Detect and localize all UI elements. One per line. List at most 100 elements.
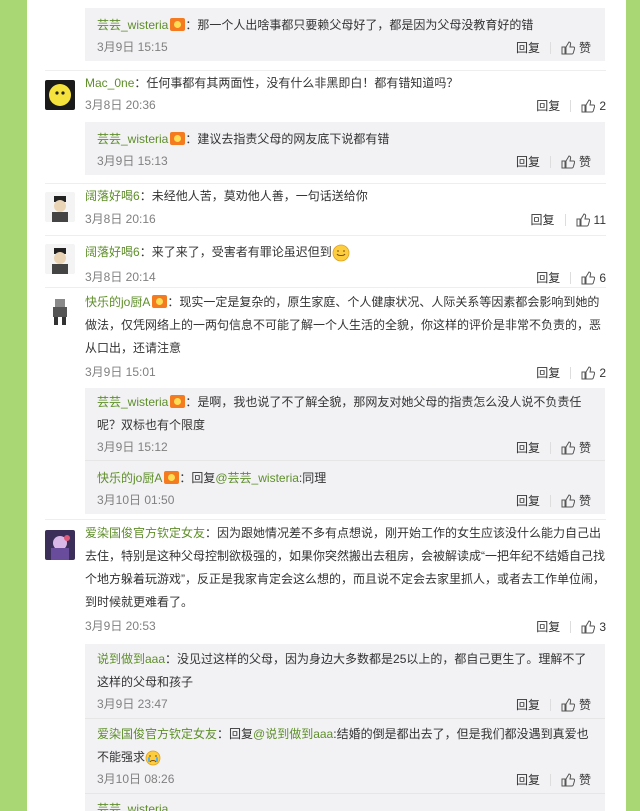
like-button[interactable]: 6 (581, 270, 606, 286)
like-count: 6 (599, 271, 606, 286)
divider (45, 235, 606, 236)
comment-meta: 3月8日 20:36 回复 2 (85, 95, 606, 115)
timestamp: 3月9日 15:12 (97, 440, 168, 454)
reply-username[interactable]: 爱染国俊官方钦定女友 (97, 727, 217, 741)
thumbs-up-icon (561, 155, 575, 169)
timestamp: 3月9日 15:15 (97, 40, 168, 54)
reply-username[interactable]: 芸芸_wisteria (97, 802, 168, 811)
like-button[interactable]: 11 (576, 212, 606, 228)
comment-username[interactable]: 爱染国俊官方钦定女友 (85, 526, 205, 540)
reply-button[interactable]: 回复 (536, 271, 560, 285)
reply-button[interactable]: 回复 (531, 213, 555, 227)
reply-meta: 3月9日 15:15 回复 赞 (97, 37, 591, 57)
reply-text: 芸芸_wisteria ：是啊，我也说了不了解全貌，那网友对她父母的指责怎么没人说… (97, 395, 582, 432)
reply-list: 芸芸_wisteria ：是啊，我也说了不了解全貌，那网友对她父母的指责怎么没人说… (85, 388, 605, 514)
thumbs-up-icon (561, 494, 575, 508)
mention-link[interactable]: @芸芸_wisteria (215, 471, 299, 485)
comment-text: 阔落好喝6：来了来了，受害者有罪论虽迟但到 (85, 244, 606, 262)
reply-button[interactable]: 回复 (516, 155, 540, 169)
divider (45, 70, 606, 71)
timestamp: 3月10日 08:26 (97, 772, 175, 786)
crying-emoji-icon (145, 750, 161, 766)
comments-panel: 芸芸_wisteria ：那一个人出啥事都只要赖父母好了，都是因为父母没教育好的错… (27, 0, 626, 811)
reply-text: 芸芸_wisteria ：那一个人出啥事都只要赖父母好了，都是因为父母没教育好的错 (97, 18, 534, 32)
like-button[interactable]: 赞 (561, 697, 591, 712)
like-button[interactable]: 2 (581, 365, 606, 381)
comment-meta: 3月8日 20:14 回复 6 (85, 267, 606, 287)
vip-badge-icon (164, 471, 180, 484)
timestamp: 3月9日 15:13 (97, 154, 168, 168)
reply-button[interactable]: 回复 (516, 41, 540, 55)
comment-text: 快乐的jo厨A ：现实一定是复杂的，原生家庭、个人健康状况、人际关系等因素都会影响… (85, 295, 602, 355)
comment-text: Mac_0ne：任何事都有其两面性，没有什么非黑即白！都有错知道吗？ (85, 76, 459, 90)
reply-list: 芸芸_wisteria ：建议去指责父母的网友底下说都有错 3月9日 15:13 … (85, 122, 605, 175)
cartoon-man-avatar-icon (45, 244, 75, 274)
avatar[interactable] (45, 192, 75, 222)
comment-meta: 3月8日 20:16 回复 11 (85, 209, 606, 229)
avatar[interactable] (45, 297, 75, 327)
comment-meta: 3月9日 15:01 回复 2 (85, 362, 606, 382)
reply-username[interactable]: 快乐的jo厨A (97, 471, 162, 485)
comment-username[interactable]: 阔落好喝6 (85, 189, 140, 203)
like-button[interactable]: 赞 (561, 440, 591, 455)
reply-list: 芸芸_wisteria ：那一个人出啥事都只要赖父母好了，都是因为父母没教育好的错… (85, 8, 605, 61)
reply-button[interactable]: 回复 (516, 494, 540, 508)
timestamp: 3月9日 15:01 (85, 365, 156, 379)
reply-item: 芸芸_wisteria ：是啊，我也说了不了解全貌，那网友对她父母的指责怎么没人说… (85, 388, 605, 460)
reply-list: 说到做到aaa：没见过这样的父母，因为身边大多数都是25以上的，都自己更生了。理… (85, 644, 605, 811)
reply-button[interactable]: 回复 (536, 366, 560, 380)
comment-text: 阔落好喝6：未经他人苦，莫劝他人善，一句话送给你 (85, 189, 368, 203)
like-count: 3 (599, 620, 606, 635)
reply-item: 芸芸_wisteria ：那一个人出啥事都只要赖父母好了，都是因为父母没教育好的错… (85, 8, 605, 61)
reply-button[interactable]: 回复 (536, 620, 560, 634)
reply-button[interactable]: 回复 (516, 773, 540, 787)
like-count: 2 (599, 366, 606, 381)
thumbs-up-icon (581, 271, 596, 285)
reply-item: 说到做到aaa：没见过这样的父母，因为身边大多数都是25以上的，都自己更生了。理… (85, 644, 605, 718)
divider (45, 519, 606, 520)
vip-badge-icon (170, 395, 186, 408)
like-button[interactable]: 赞 (561, 40, 591, 55)
comment-username[interactable]: 快乐的jo厨A (85, 295, 150, 309)
reply-button[interactable]: 回复 (536, 99, 560, 113)
timestamp: 3月9日 20:53 (85, 619, 156, 633)
like-count: 11 (593, 213, 606, 228)
reply-button[interactable]: 回复 (516, 698, 540, 712)
like-button[interactable]: 2 (581, 98, 606, 113)
like-button[interactable]: 赞 (561, 772, 591, 787)
timestamp: 3月8日 20:16 (85, 212, 156, 226)
cartoon-man-avatar-icon (45, 192, 75, 222)
vip-badge-icon (170, 132, 186, 145)
reply-meta: 3月9日 15:12 回复 赞 (97, 437, 591, 457)
reply-username[interactable]: 说到做到aaa (97, 652, 165, 666)
timestamp: 3月9日 23:47 (97, 697, 168, 711)
smile-emoji-icon (332, 244, 350, 262)
avatar[interactable] (45, 530, 75, 560)
comment-username[interactable]: Mac_0ne (85, 76, 134, 90)
reply-item: 快乐的jo厨A ：回复@芸芸_wisteria:同理 3月10日 01:50 回复… (85, 460, 605, 514)
comment-username[interactable]: 阔落好喝6 (85, 245, 140, 259)
thumbs-up-icon (581, 620, 596, 634)
divider (45, 287, 606, 288)
reply-meta: 3月10日 08:26 回复 赞 (97, 769, 591, 789)
comment-text: 爱染国俊官方钦定女友：因为跟她情况差不多有点想说，刚开始工作的女生应该没什么能力… (85, 526, 605, 609)
reply-item: 爱染国俊官方钦定女友：回复@说到做到aaa:结婚的倒是都出去了，但是我们都没遇到… (85, 718, 605, 793)
reply-button[interactable]: 回复 (516, 441, 540, 455)
reply-text: 说到做到aaa：没见过这样的父母，因为身边大多数都是25以上的，都自己更生了。理… (97, 652, 587, 689)
reply-item: 芸芸_wisteria (85, 793, 605, 811)
thumbs-up-icon (561, 698, 575, 712)
reply-text: 爱染国俊官方钦定女友：回复@说到做到aaa:结婚的倒是都出去了，但是我们都没遇到… (97, 727, 589, 766)
avatar[interactable] (45, 244, 75, 274)
thumbs-up-icon (581, 366, 596, 380)
timestamp: 3月8日 20:14 (85, 270, 156, 284)
like-button[interactable]: 3 (581, 619, 606, 635)
timestamp: 3月10日 01:50 (97, 493, 175, 507)
mention-link[interactable]: @说到做到aaa (253, 727, 333, 741)
reply-username[interactable]: 芸芸_wisteria (97, 395, 168, 409)
avatar[interactable] (45, 80, 75, 110)
like-button[interactable]: 赞 (561, 493, 591, 508)
reply-username[interactable]: 芸芸_wisteria (97, 132, 168, 146)
reply-text: 快乐的jo厨A ：回复@芸芸_wisteria:同理 (97, 471, 327, 485)
reply-username[interactable]: 芸芸_wisteria (97, 18, 168, 32)
like-button[interactable]: 赞 (561, 154, 591, 169)
